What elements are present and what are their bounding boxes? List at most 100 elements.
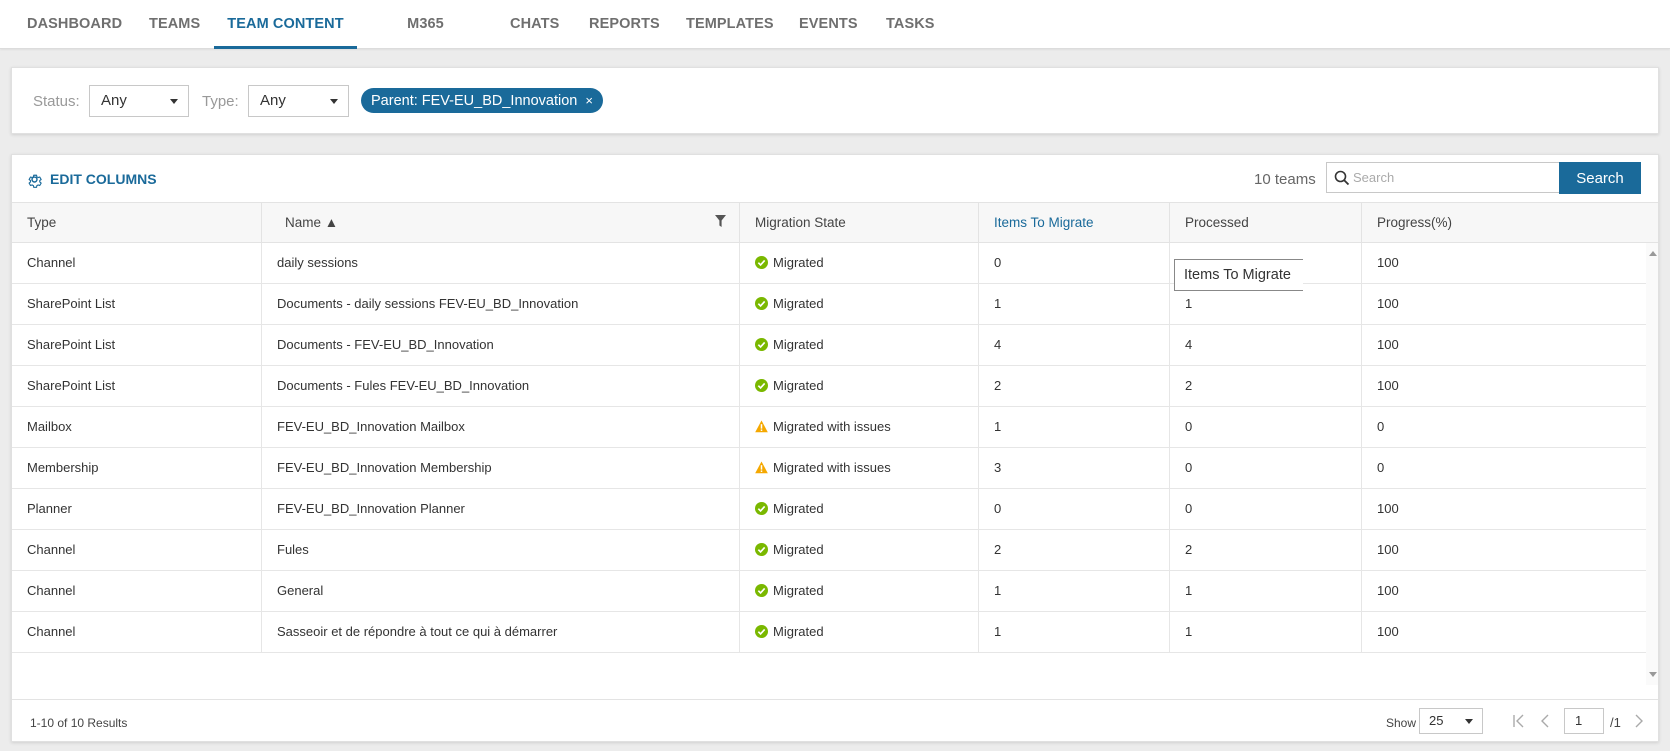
status-select[interactable]: Any <box>89 85 189 117</box>
table-footer: 1-10 of 10 Results Show 25 1 /1 <box>12 699 1658 741</box>
column-header-processed[interactable]: Processed <box>1170 203 1362 242</box>
scroll-down-icon[interactable] <box>1649 672 1657 677</box>
check-circle-icon <box>755 337 768 351</box>
tab-reports[interactable]: REPORTS <box>589 0 660 49</box>
search-input[interactable] <box>1353 163 1569 192</box>
first-page-icon[interactable] <box>1512 712 1526 730</box>
tab-tasks[interactable]: TASKS <box>886 0 934 49</box>
migration-state-label: Migrated <box>773 501 824 516</box>
warning-icon <box>755 420 768 432</box>
check-circle-icon <box>755 501 768 515</box>
next-page-icon[interactable] <box>1632 712 1646 730</box>
cell-migration-state: Migrated <box>740 530 979 570</box>
vertical-scrollbar[interactable] <box>1646 243 1658 685</box>
tab-teams[interactable]: TEAMS <box>149 0 200 49</box>
gear-icon <box>28 174 42 188</box>
cell-name: Documents - daily sessions FEV-EU_BD_Inn… <box>262 284 740 324</box>
table-row[interactable]: Mailbox FEV-EU_BD_Innovation Mailbox Migra… <box>12 407 1646 448</box>
cell-type: Channel <box>12 571 262 611</box>
tab-dashboard[interactable]: DASHBOARD <box>27 0 122 49</box>
table-row[interactable]: Planner FEV-EU_BD_Innovation Planner Migra… <box>12 489 1646 530</box>
cell-type: Channel <box>12 612 262 652</box>
cell-processed: 4 <box>1170 325 1362 365</box>
column-header-type[interactable]: Type <box>12 203 262 242</box>
table-row[interactable]: Channel Sasseoir et de répondre à tout ce… <box>12 612 1646 653</box>
top-navigation: DASHBOARD TEAMS TEAM CONTENT M365 GROUPS… <box>0 0 1670 81</box>
column-header-name[interactable]: Name ▲ <box>262 203 740 242</box>
edit-columns-button[interactable]: EDIT COLUMNS <box>26 169 157 189</box>
table-row[interactable]: Channel General Migrated 1 1 100 <box>12 571 1646 612</box>
check-circle-icon <box>755 624 768 638</box>
type-filter-label: Type: <box>202 93 239 110</box>
column-header-migration-state[interactable]: Migration State <box>740 203 979 242</box>
table-row[interactable]: SharePoint List Documents - FEV-EU_BD_Inn… <box>12 325 1646 366</box>
cell-items-to-migrate: 1 <box>979 612 1170 652</box>
search-field[interactable] <box>1326 162 1572 193</box>
cell-name: FEV-EU_BD_Innovation Planner <box>262 489 740 529</box>
cell-items-to-migrate: 1 <box>979 284 1170 324</box>
search-button[interactable]: Search <box>1559 162 1641 194</box>
migration-state-label: Migrated <box>773 624 824 639</box>
check-circle-icon <box>755 255 768 269</box>
previous-page-icon[interactable] <box>1538 712 1552 730</box>
cell-migration-state: Migrated <box>740 489 979 529</box>
results-summary: 1-10 of 10 Results <box>30 716 128 730</box>
cell-items-to-migrate: 0 <box>979 489 1170 529</box>
parent-filter-chip: Parent: FEV-EU_BD_Innovation × <box>361 88 603 113</box>
team-count: 10 teams <box>1254 171 1316 188</box>
close-icon[interactable]: × <box>585 88 593 113</box>
cell-migration-state: Migrated with issues <box>740 407 979 447</box>
page-number-input[interactable]: 1 <box>1564 708 1604 734</box>
cell-progress: 100 <box>1377 337 1399 352</box>
cell-migration-state: Migrated <box>740 366 979 406</box>
scroll-up-icon[interactable] <box>1649 251 1657 256</box>
page-total: /1 <box>1610 715 1621 730</box>
column-header-items-to-migrate[interactable]: Items To Migrate <box>979 203 1170 242</box>
cell-name: daily sessions <box>262 243 740 283</box>
type-select[interactable]: Any <box>248 85 349 117</box>
migration-state-label: Migrated <box>773 337 824 352</box>
chevron-down-icon <box>1465 719 1473 724</box>
type-select-value: Any <box>260 92 286 109</box>
table-row[interactable]: SharePoint List Documents - daily session… <box>12 284 1646 325</box>
migration-state-label: Migrated <box>773 296 824 311</box>
cell-progress: 100 <box>1377 501 1399 516</box>
cell-migration-state: Migrated <box>740 325 979 365</box>
tab-team-content[interactable]: TEAM CONTENT <box>214 0 357 49</box>
cell-name: FEV-EU_BD_Innovation Membership <box>262 448 740 488</box>
cell-type: Planner <box>12 489 262 529</box>
migration-state-label: Migrated <box>773 255 824 270</box>
filter-icon[interactable] <box>715 215 726 227</box>
edit-columns-label: EDIT COLUMNS <box>50 171 157 187</box>
table-row[interactable]: Membership FEV-EU_BD_Innovation Membershi… <box>12 448 1646 489</box>
cell-type: Mailbox <box>12 407 262 447</box>
table-row[interactable]: SharePoint List Documents - Fules FEV-EU_… <box>12 366 1646 407</box>
chevron-down-icon <box>170 99 178 104</box>
cell-migration-state: Migrated <box>740 571 979 611</box>
migration-state-label: Migrated with issues <box>773 460 891 475</box>
cell-progress: 0 <box>1377 460 1385 475</box>
column-header-progress[interactable]: Progress(%) <box>1362 203 1658 242</box>
cell-progress: 100 <box>1377 542 1399 557</box>
page-size-select[interactable]: 25 <box>1419 708 1483 734</box>
cell-type: SharePoint List <box>12 366 262 406</box>
tab-m365-groups[interactable]: M365 GROUPS <box>376 0 475 81</box>
cell-type: SharePoint List <box>12 284 262 324</box>
check-circle-icon <box>755 583 768 597</box>
check-circle-icon <box>755 542 768 556</box>
cell-items-to-migrate: 0 <box>979 243 1170 283</box>
table-row[interactable]: Channel daily sessions Migrated 0 100 <box>12 243 1646 284</box>
cell-processed: 0 <box>1170 407 1362 447</box>
chevron-down-icon <box>330 99 338 104</box>
tab-events[interactable]: EVENTS <box>799 0 858 49</box>
cell-name: Sasseoir et de répondre à tout ce qui à … <box>262 612 740 652</box>
cell-processed: 1 <box>1170 571 1362 611</box>
cell-migration-state: Migrated with issues <box>740 448 979 488</box>
cell-items-to-migrate: 1 <box>979 571 1170 611</box>
table-row[interactable]: Channel Fules Migrated 2 2 100 <box>12 530 1646 571</box>
cell-type: SharePoint List <box>12 325 262 365</box>
cell-migration-state: Migrated <box>740 284 979 324</box>
cell-migration-state: Migrated <box>740 243 979 283</box>
tab-templates[interactable]: TEMPLATES <box>686 0 774 49</box>
tab-chats[interactable]: CHATS <box>510 0 559 49</box>
